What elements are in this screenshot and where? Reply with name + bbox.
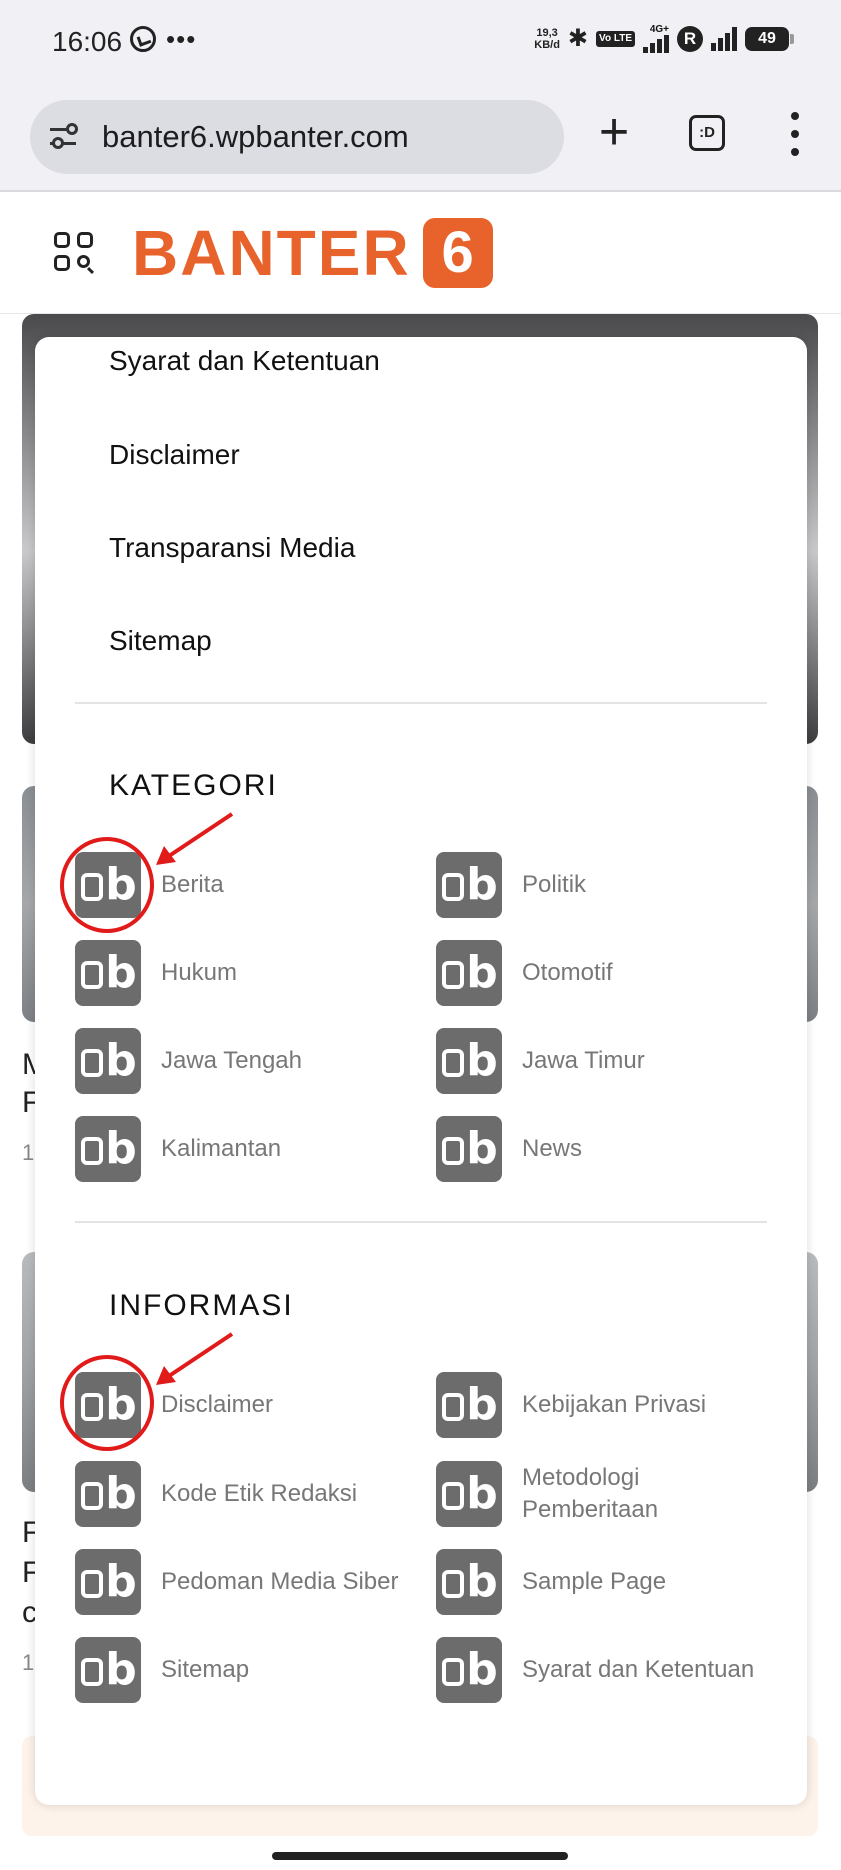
address-bar[interactable]: banter6.wpbanter.com [30,100,564,174]
informasi-label: Kode Etik Redaksi [161,1480,358,1507]
logo-text: BANTER [132,217,411,289]
menu-link-syarat[interactable]: Syarat dan Ketentuan [109,345,380,377]
kategori-label: News [522,1135,583,1162]
informasi-item-kode-etik[interactable]: b Kode Etik Redaksi [75,1461,357,1527]
kategori-label: Hukum [161,959,238,986]
informasi-label: Metodologi Pemberitaan [522,1464,659,1523]
informasi-label: Sitemap [161,1656,250,1683]
ob-icon: b [436,1028,502,1094]
signal-icon-2 [711,26,737,51]
roaming-icon: R [677,25,703,52]
kategori-item-jawa-timur[interactable]: b Jawa Timur [436,1028,645,1094]
informasi-label: Syarat dan Ketentuan [522,1656,755,1683]
url-text[interactable]: banter6.wpbanter.com [102,119,409,155]
new-tab-button[interactable]: + [592,106,636,158]
ob-icon: b [75,1549,141,1615]
kategori-item-jawa-tengah[interactable]: b Jawa Tengah [75,1028,302,1094]
battery-icon: 49 [745,26,794,51]
annotation-arrow [156,1332,234,1385]
ob-icon: b [436,1116,502,1182]
menu-link-disclaimer[interactable]: Disclaimer [109,439,240,471]
menu-link-sitemap[interactable]: Sitemap [109,625,212,657]
ob-icon: b [436,852,502,918]
background-text: 1 [22,1650,35,1675]
kategori-title: KATEGORI [109,769,278,802]
kategori-item-kalimantan[interactable]: b Kalimantan [75,1116,281,1182]
informasi-item-metodologi[interactable]: b Metodologi Pemberitaan [436,1461,742,1527]
informasi-item-sample-page[interactable]: b Sample Page [436,1549,666,1615]
more-notifications-icon: ••• [166,24,197,54]
ob-icon: b [436,940,502,1006]
network-type: 4G+ [649,23,669,35]
site-logo[interactable]: BANTER 6 [132,216,493,290]
kategori-label: Kalimantan [161,1135,282,1162]
signal-icon-1 [643,34,669,53]
whatsapp-icon [130,26,156,52]
browser-menu-button[interactable] [790,112,800,156]
informasi-label: Disclaimer [161,1391,274,1418]
status-system-icons: 19,3 KB/d ✱ Vo LTE 4G+ R 49 [534,23,794,53]
tab-switcher-button[interactable]: :D [689,115,725,151]
bluetooth-icon: ✱ [567,25,589,52]
site-header: BANTER 6 [0,192,841,314]
kategori-label: Berita [161,871,224,898]
status-bar: 16:06 ••• 19,3 KB/d ✱ Vo LTE 4G+ R 49 [0,0,841,88]
informasi-title: INFORMASI [109,1289,294,1322]
site-settings-icon[interactable] [48,120,82,154]
menu-grid-icon[interactable] [54,232,94,272]
ob-icon: b [75,1461,141,1527]
informasi-label: Sample Page [522,1568,667,1595]
ob-icon: b [436,1637,502,1703]
kategori-label: Otomotif [522,959,613,986]
background-text: 1 [22,1140,35,1165]
ob-icon: b [436,1372,502,1438]
logo-badge: 6 [422,218,493,288]
status-notification-icons: ••• [130,26,196,52]
informasi-item-kebijakan-privasi[interactable]: b Kebijakan Privasi [436,1372,706,1438]
informasi-item-syarat[interactable]: b Syarat dan Ketentuan [436,1637,754,1703]
kategori-label: Jawa Timur [522,1047,645,1074]
kategori-label: Jawa Tengah [161,1047,302,1074]
ob-icon: b [75,940,141,1006]
ob-icon: b [436,1461,502,1527]
network-speed: 19,3 KB/d [534,26,560,51]
ob-icon: b [436,1549,502,1615]
kategori-item-politik[interactable]: b Politik [436,852,586,918]
volte-icon: Vo LTE [596,30,635,47]
kategori-item-hukum[interactable]: b Hukum [75,940,237,1006]
home-indicator[interactable] [272,1852,568,1860]
annotation-circle [60,1355,154,1451]
informasi-item-sitemap[interactable]: b Sitemap [75,1637,249,1703]
kategori-item-news[interactable]: b News [436,1116,582,1182]
browser-toolbar: banter6.wpbanter.com + :D [0,88,841,192]
kategori-item-otomotif[interactable]: b Otomotif [436,940,613,1006]
divider [75,1221,767,1223]
informasi-label: Kebijakan Privasi [522,1391,707,1418]
informasi-label: Pedoman Media Siber [161,1568,399,1595]
menu-link-transparansi[interactable]: Transparansi Media [109,532,355,564]
divider [75,702,767,704]
ob-icon: b [75,1028,141,1094]
kategori-label: Politik [522,871,587,898]
annotation-circle [60,837,154,933]
navigation-popup: Syarat dan Ketentuan Disclaimer Transpar… [35,337,807,1805]
informasi-item-pedoman[interactable]: b Pedoman Media Siber [75,1549,398,1615]
status-time: 16:06 [52,26,123,57]
ob-icon: b [75,1116,141,1182]
ob-icon: b [75,1637,141,1703]
annotation-arrow [156,812,234,865]
